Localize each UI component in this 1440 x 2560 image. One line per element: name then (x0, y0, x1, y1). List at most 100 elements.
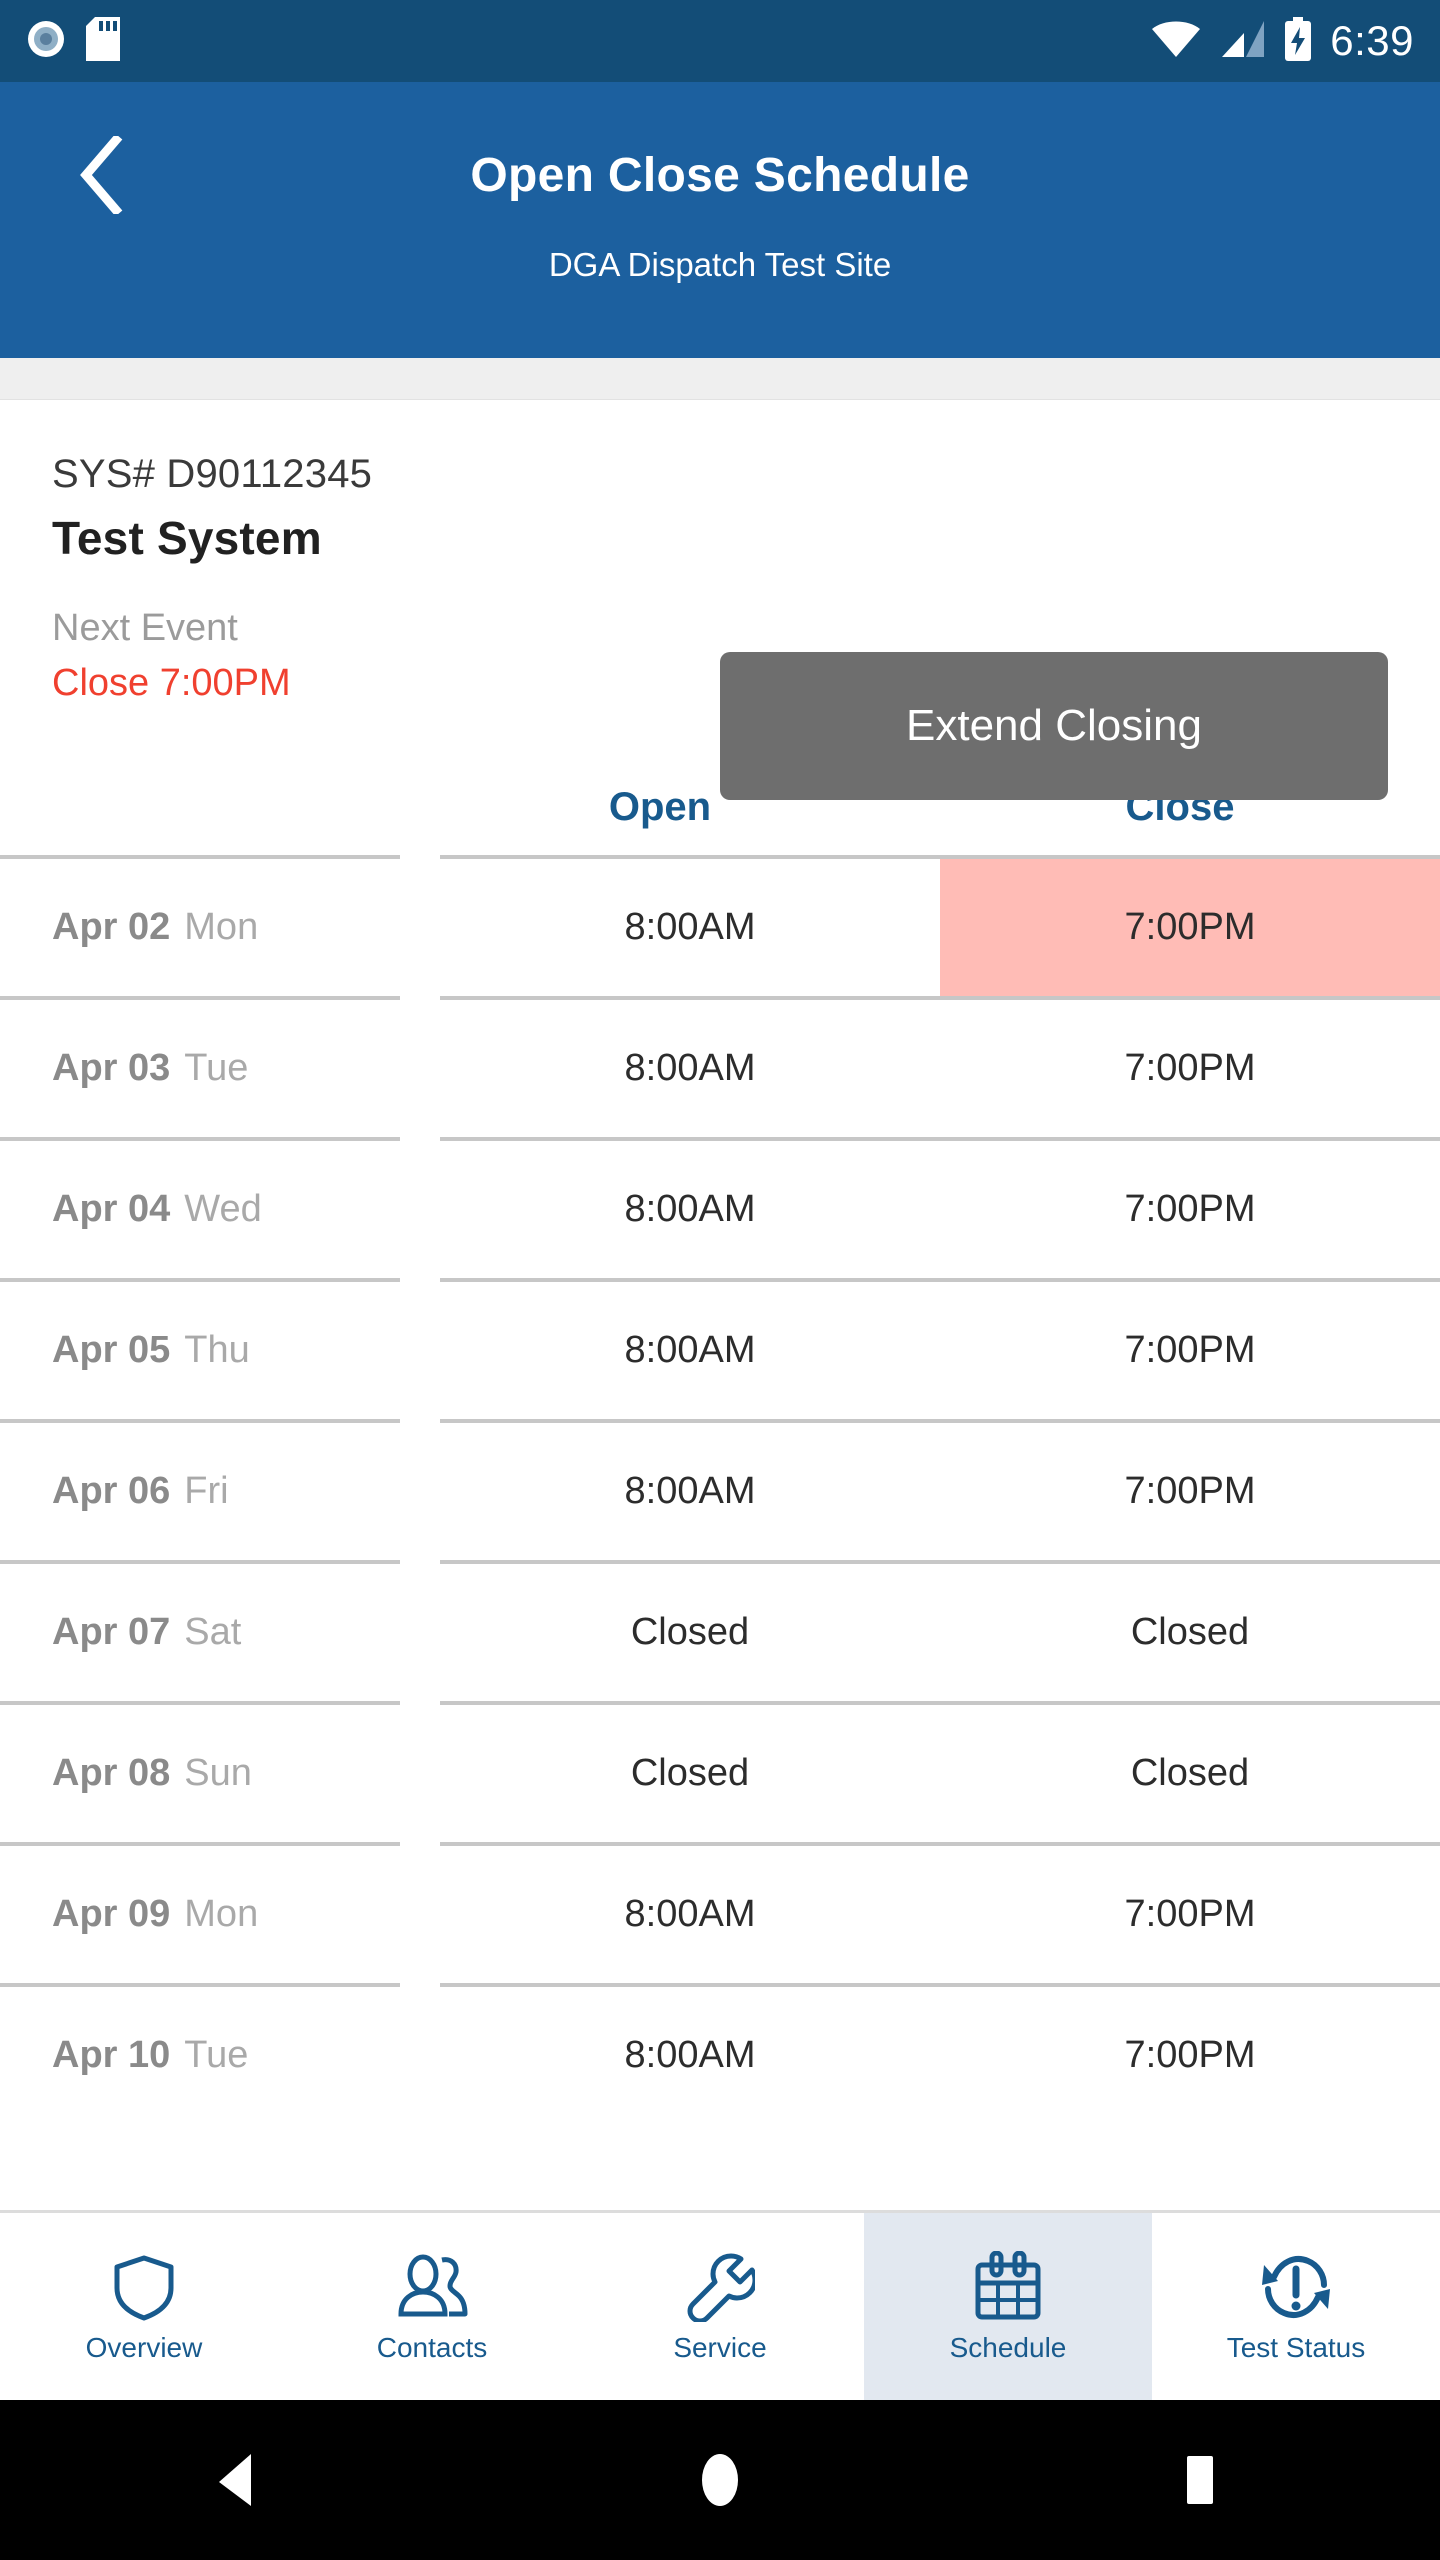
table-row[interactable]: Apr 07 Sat Closed Closed (0, 1560, 1440, 1701)
tab-overview[interactable]: Overview (0, 2213, 288, 2400)
column-gap (400, 996, 440, 1137)
row-open-cell[interactable]: 8:00AM (440, 855, 940, 996)
refresh-alert-icon (1259, 2250, 1333, 2324)
row-date-cell: Apr 05 Thu (0, 1278, 400, 1419)
row-day-of-week: Fri (184, 1470, 229, 1512)
row-close-cell[interactable]: 7:00PM (940, 1137, 1440, 1278)
row-close-cell[interactable]: 7:00PM (940, 1278, 1440, 1419)
tab-contacts[interactable]: Contacts (288, 2213, 576, 2400)
row-time-cells: 8:00AM 7:00PM (440, 1842, 1440, 1983)
schedule-table: Open Close Apr 02 Mon 8:00AM 7:00PM Apr 03 Tu… (0, 759, 1440, 2124)
nav-back-triangle[interactable] (180, 2420, 300, 2540)
phone-screen: 6:39 Open Close Schedule DGA Dispatch Te… (0, 0, 1440, 2560)
page-title: Open Close Schedule (470, 148, 970, 202)
cellular-signal-icon (1220, 19, 1266, 64)
row-close-cell[interactable]: 7:00PM (940, 1842, 1440, 1983)
row-time-cells: 8:00AM 7:00PM (440, 996, 1440, 1137)
tab-label: Contacts (376, 2331, 488, 2363)
table-row[interactable]: Apr 08 Sun Closed Closed (0, 1701, 1440, 1842)
row-close-cell[interactable]: 7:00PM (940, 855, 1440, 996)
row-open-cell[interactable]: 8:00AM (440, 1137, 940, 1278)
column-gap (400, 1278, 440, 1419)
column-gap (400, 1137, 440, 1278)
row-date-cell: Apr 04 Wed (0, 1137, 400, 1278)
row-time-cells: Closed Closed (440, 1560, 1440, 1701)
column-gap (400, 1701, 440, 1842)
next-event-label: Next Event (52, 607, 238, 649)
row-close-cell[interactable]: 7:00PM (940, 1983, 1440, 2124)
row-day-of-week: Mon (184, 906, 259, 948)
android-navigation-bar (0, 2400, 1440, 2560)
status-bar-right-icons: 6:39 (1150, 16, 1414, 66)
row-time-cells: 8:00AM 7:00PM (440, 1137, 1440, 1278)
row-date-number: Apr 06 (52, 1470, 171, 1512)
row-close-cell[interactable]: Closed (940, 1560, 1440, 1701)
row-day-of-week: Wed (184, 1188, 262, 1230)
row-open-cell[interactable]: Closed (440, 1701, 940, 1842)
status-bar: 6:39 (0, 0, 1440, 82)
column-gap (400, 1983, 440, 2124)
row-open-cell[interactable]: 8:00AM (440, 1419, 940, 1560)
status-bar-clock: 6:39 (1330, 17, 1414, 64)
app-header: Open Close Schedule DGA Dispatch Test Si… (0, 82, 1440, 358)
row-open-cell[interactable]: Closed (440, 1560, 940, 1701)
row-time-cells: 8:00AM 7:00PM (440, 855, 1440, 996)
row-date-number: Apr 02 (52, 906, 171, 948)
tab-test-status[interactable]: Test Status (1152, 2213, 1440, 2400)
table-row[interactable]: Apr 02 Mon 8:00AM 7:00PM (0, 855, 1440, 996)
row-time-cells: Closed Closed (440, 1701, 1440, 1842)
row-close-cell[interactable]: 7:00PM (940, 996, 1440, 1137)
extend-closing-button[interactable]: Extend Closing (720, 652, 1388, 800)
system-name: Test System (52, 512, 322, 564)
table-row[interactable]: Apr 04 Wed 8:00AM 7:00PM (0, 1137, 1440, 1278)
shield-icon (107, 2250, 181, 2324)
row-open-cell[interactable]: 8:00AM (440, 996, 940, 1137)
row-time-cells: 8:00AM 7:00PM (440, 1278, 1440, 1419)
table-row[interactable]: Apr 06 Fri 8:00AM 7:00PM (0, 1419, 1440, 1560)
row-date-number: Apr 03 (52, 1047, 171, 1089)
row-day-of-week: Mon (184, 1893, 259, 1935)
row-date-cell: Apr 06 Fri (0, 1419, 400, 1560)
row-date-cell: Apr 10 Tue (0, 1983, 400, 2124)
row-close-cell[interactable]: Closed (940, 1701, 1440, 1842)
row-date-cell: Apr 09 Mon (0, 1842, 400, 1983)
row-close-cell[interactable]: 7:00PM (940, 1419, 1440, 1560)
table-row[interactable]: Apr 10 Tue 8:00AM 7:00PM (0, 1983, 1440, 2124)
row-date-cell: Apr 02 Mon (0, 855, 400, 996)
tab-schedule[interactable]: Schedule (864, 2213, 1152, 2400)
row-date-number: Apr 04 (52, 1188, 171, 1230)
column-gap (400, 855, 440, 996)
system-id: SYS# D90112345 (52, 452, 373, 496)
row-open-cell[interactable]: 8:00AM (440, 1983, 940, 2124)
table-row[interactable]: Apr 05 Thu 8:00AM 7:00PM (0, 1278, 1440, 1419)
tab-label: Overview (85, 2331, 203, 2363)
column-gap (400, 1419, 440, 1560)
wifi-icon (1150, 19, 1202, 64)
row-date-cell: Apr 03 Tue (0, 996, 400, 1137)
row-day-of-week: Sun (184, 1752, 252, 1794)
row-day-of-week: Thu (184, 1329, 250, 1371)
row-date-number: Apr 10 (52, 2034, 171, 2076)
column-gap (400, 1842, 440, 1983)
row-open-cell[interactable]: 8:00AM (440, 1842, 940, 1983)
row-date-number: Apr 08 (52, 1752, 171, 1794)
row-date-number: Apr 05 (52, 1329, 171, 1371)
back-button[interactable] (66, 131, 138, 219)
battery-charging-icon (1284, 16, 1312, 66)
schedule-rows: Apr 02 Mon 8:00AM 7:00PM Apr 03 Tue 8:00AM 7:00… (0, 855, 1440, 2124)
row-date-number: Apr 07 (52, 1611, 171, 1653)
people-icon (395, 2250, 469, 2324)
nav-recents-square[interactable] (1140, 2420, 1260, 2540)
row-day-of-week: Tue (184, 1047, 249, 1089)
nav-home-circle[interactable] (660, 2420, 780, 2540)
tab-label: Test Status (1226, 2331, 1366, 2363)
next-event-value: Close 7:00PM (52, 662, 291, 704)
row-date-cell: Apr 07 Sat (0, 1560, 400, 1701)
column-gap (400, 1560, 440, 1701)
row-open-cell[interactable]: 8:00AM (440, 1278, 940, 1419)
wrench-icon (683, 2250, 757, 2324)
table-row[interactable]: Apr 09 Mon 8:00AM 7:00PM (0, 1842, 1440, 1983)
table-row[interactable]: Apr 03 Tue 8:00AM 7:00PM (0, 996, 1440, 1137)
tab-service[interactable]: Service (576, 2213, 864, 2400)
record-circle-icon (26, 19, 66, 64)
